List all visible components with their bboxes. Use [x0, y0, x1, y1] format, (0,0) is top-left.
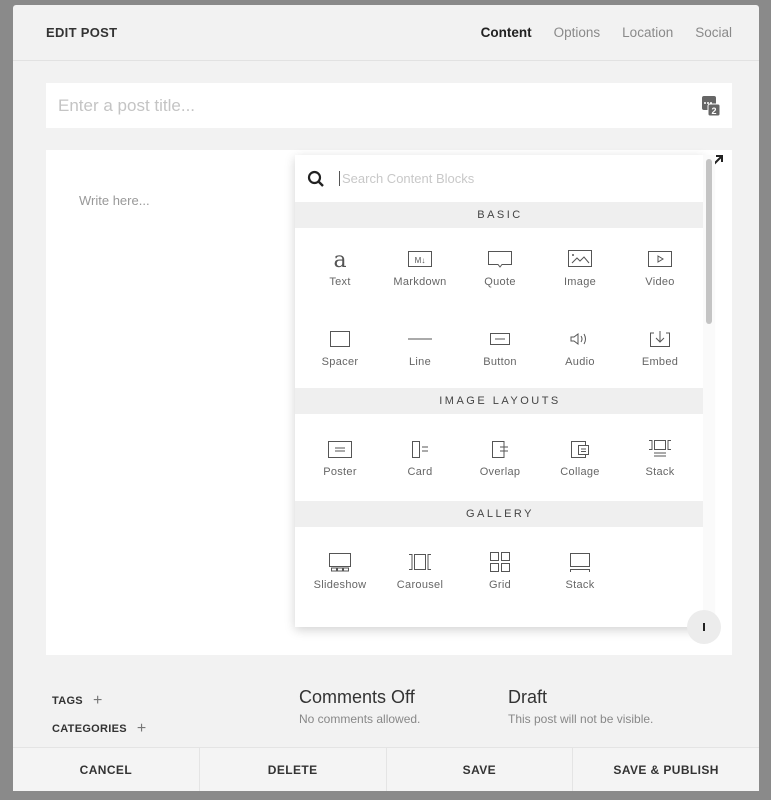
- poster-icon: [328, 440, 352, 458]
- basic-blocks-grid: a Text M↓ Markdown Quote Image Video Spa…: [295, 228, 705, 388]
- status-desc: This post will not be visible.: [508, 712, 654, 726]
- block-markdown[interactable]: M↓ Markdown: [380, 228, 460, 308]
- slideshow-icon: [329, 552, 351, 571]
- spacer-icon: [330, 331, 350, 347]
- button-icon: [490, 333, 510, 345]
- character-count-icon[interactable]: 2: [702, 95, 720, 116]
- block-card[interactable]: Card: [380, 414, 460, 501]
- status-title: Draft: [508, 687, 548, 707]
- svg-text:a: a: [333, 248, 346, 270]
- image-layouts-grid: Poster Card Overlap Collage Stack: [295, 414, 705, 501]
- cancel-button[interactable]: CANCEL: [13, 748, 200, 791]
- taxonomy-controls: TAGS + CATEGORIES +: [52, 692, 147, 748]
- block-collage[interactable]: Collage: [540, 414, 620, 501]
- comments-status[interactable]: Comments Off No comments allowed.: [299, 687, 420, 726]
- plus-icon: +: [136, 720, 147, 737]
- post-title-field: 2: [46, 83, 732, 128]
- comments-desc: No comments allowed.: [299, 712, 421, 726]
- block-image[interactable]: Image: [540, 228, 620, 308]
- line-icon: [408, 338, 432, 340]
- tab-options[interactable]: Options: [554, 25, 601, 40]
- audio-icon: [570, 333, 586, 345]
- video-icon: [648, 251, 672, 267]
- search-content-blocks-input[interactable]: [339, 171, 693, 186]
- post-title-input[interactable]: [58, 95, 702, 116]
- block-audio[interactable]: Audio: [540, 308, 620, 388]
- save-publish-button[interactable]: SAVE & PUBLISH: [573, 748, 759, 791]
- save-button[interactable]: SAVE: [386, 748, 574, 791]
- search-icon: [307, 170, 324, 187]
- block-embed[interactable]: Embed: [620, 308, 700, 388]
- gallery-grid: Slideshow Carousel Grid Stack: [295, 527, 705, 614]
- embed-icon: [650, 331, 670, 347]
- dialog-header: EDIT POST Content Options Location Socia…: [13, 5, 759, 61]
- tab-content[interactable]: Content: [481, 25, 532, 40]
- card-icon: [412, 440, 428, 458]
- insert-block-button[interactable]: [687, 610, 721, 644]
- block-slideshow[interactable]: Slideshow: [300, 527, 380, 614]
- collage-icon: [571, 440, 589, 458]
- block-text[interactable]: a Text: [300, 228, 380, 308]
- editor-placeholder: Write here...: [79, 193, 150, 208]
- quote-icon: [488, 251, 512, 268]
- block-stack-gallery[interactable]: Stack: [540, 527, 620, 614]
- content-block-picker: BASIC a Text M↓ Markdown Quote Image Vid…: [295, 155, 705, 627]
- scrollbar-thumb[interactable]: [706, 159, 712, 324]
- block-overlap[interactable]: Overlap: [460, 414, 540, 501]
- delete-button[interactable]: DELETE: [199, 748, 387, 791]
- publish-status[interactable]: Draft This post will not be visible.: [508, 687, 653, 726]
- block-line[interactable]: Line: [380, 308, 460, 388]
- svg-text:M↓: M↓: [415, 256, 426, 265]
- block-spacer[interactable]: Spacer: [300, 308, 380, 388]
- text-icon: a: [333, 248, 346, 270]
- plus-icon: +: [92, 692, 103, 709]
- section-heading-image-layouts: IMAGE LAYOUTS: [295, 388, 705, 414]
- grid-icon: [490, 551, 510, 572]
- picker-scrollbar[interactable]: [703, 155, 715, 627]
- categories-label: CATEGORIES: [52, 723, 127, 735]
- block-quote[interactable]: Quote: [460, 228, 540, 308]
- block-stack-layout[interactable]: Stack: [620, 414, 700, 501]
- block-grid[interactable]: Grid: [460, 527, 540, 614]
- tags-label: TAGS: [52, 695, 83, 707]
- section-heading-basic: BASIC: [295, 202, 705, 228]
- image-icon: [568, 250, 592, 267]
- tab-bar: Content Options Location Social: [481, 25, 732, 40]
- block-button[interactable]: Button: [460, 308, 540, 388]
- markdown-icon: M↓: [408, 251, 432, 267]
- picker-search: [295, 155, 705, 202]
- tab-location[interactable]: Location: [622, 25, 673, 40]
- svg-text:2: 2: [711, 106, 716, 116]
- block-poster[interactable]: Poster: [300, 414, 380, 501]
- section-heading-gallery: GALLERY: [295, 501, 705, 527]
- stack-layout-icon: [649, 439, 671, 456]
- stack-gallery-icon: [570, 552, 590, 572]
- block-video[interactable]: Video: [620, 228, 700, 308]
- categories-add-button[interactable]: CATEGORIES +: [52, 720, 147, 738]
- insert-cursor-icon: [703, 623, 705, 631]
- carousel-icon: [409, 553, 431, 570]
- dialog-footer: CANCEL DELETE SAVE SAVE & PUBLISH: [13, 747, 759, 791]
- tab-social[interactable]: Social: [695, 25, 732, 40]
- block-carousel[interactable]: Carousel: [380, 527, 460, 614]
- dialog-title: EDIT POST: [46, 25, 118, 40]
- tags-add-button[interactable]: TAGS +: [52, 692, 147, 710]
- comments-title: Comments Off: [299, 687, 415, 707]
- overlap-icon: [492, 440, 508, 458]
